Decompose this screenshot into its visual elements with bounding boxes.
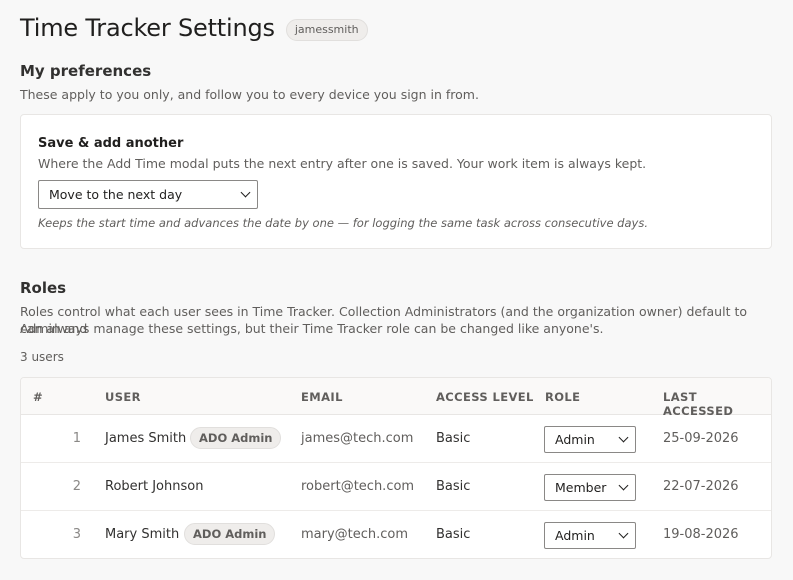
column-header-last-accessed: LAST ACCESSED xyxy=(663,390,734,418)
row-index: 1 xyxy=(72,431,81,446)
row-index: 2 xyxy=(72,479,81,494)
user-email: james@tech.com xyxy=(301,431,414,446)
access-level: Basic xyxy=(436,527,471,542)
table-row: 2 Robert Johnson robert@tech.com Basic M… xyxy=(21,463,771,511)
user-email: mary@tech.com xyxy=(301,527,409,542)
user-name: Robert Johnson xyxy=(105,479,204,494)
column-header-access-level: ACCESS LEVEL xyxy=(436,390,534,404)
access-level: Basic xyxy=(436,479,471,494)
role-selected-value: Admin xyxy=(555,528,595,543)
column-header-email: EMAIL xyxy=(301,390,343,404)
column-header-user: USER xyxy=(105,390,141,404)
role-select[interactable]: Member xyxy=(544,474,636,501)
column-header-index: # xyxy=(33,390,44,404)
roles-description-line2: can always manage these settings, but th… xyxy=(20,321,604,336)
save-and-add-selected-value: Move to the next day xyxy=(49,187,183,202)
ado-admin-badge: ADO Admin xyxy=(184,523,276,545)
role-select[interactable]: Admin xyxy=(544,426,636,453)
last-accessed: 22-07-2026 xyxy=(663,479,739,494)
roles-table: # USER EMAIL ACCESS LEVEL ROLE LAST ACCE… xyxy=(20,377,772,559)
preferences-description: These apply to you only, and follow you … xyxy=(20,87,479,102)
preferences-heading: My preferences xyxy=(20,62,152,80)
save-and-add-description: Where the Add Time modal puts the next e… xyxy=(38,156,647,171)
chevron-down-icon xyxy=(618,432,629,443)
page-header: Time Tracker Settings jamessmith xyxy=(20,14,368,42)
role-select[interactable]: Admin xyxy=(544,522,636,549)
user-name: Mary Smith xyxy=(105,527,180,542)
table-header: # USER EMAIL ACCESS LEVEL ROLE LAST ACCE… xyxy=(21,378,771,418)
username-chip: jamessmith xyxy=(285,18,368,41)
save-and-add-select[interactable]: Move to the next day xyxy=(38,180,258,209)
last-accessed: 25-09-2026 xyxy=(663,431,739,446)
save-and-add-title: Save & add another xyxy=(38,136,184,151)
column-header-role: ROLE xyxy=(545,390,581,404)
user-email: robert@tech.com xyxy=(301,479,415,494)
page-title: Time Tracker Settings xyxy=(20,14,275,42)
chevron-down-icon xyxy=(240,187,251,198)
access-level: Basic xyxy=(436,431,471,446)
last-accessed: 19-08-2026 xyxy=(663,527,739,542)
user-count: 3 users xyxy=(20,350,64,364)
save-and-add-card: Save & add another Where the Add Time mo… xyxy=(20,114,772,249)
row-index: 3 xyxy=(72,527,81,542)
chevron-down-icon xyxy=(618,480,629,491)
user-name: James Smith xyxy=(105,431,187,446)
roles-heading: Roles xyxy=(20,279,67,297)
chevron-down-icon xyxy=(618,528,629,539)
table-row: 1 James Smith ADO Admin james@tech.com B… xyxy=(21,415,771,463)
table-row: 3 Mary Smith ADO Admin mary@tech.com Bas… xyxy=(21,511,771,558)
save-and-add-hint: Keeps the start time and advances the da… xyxy=(38,216,648,230)
role-selected-value: Member xyxy=(555,480,607,495)
role-selected-value: Admin xyxy=(555,432,595,447)
ado-admin-badge: ADO Admin xyxy=(190,427,282,449)
